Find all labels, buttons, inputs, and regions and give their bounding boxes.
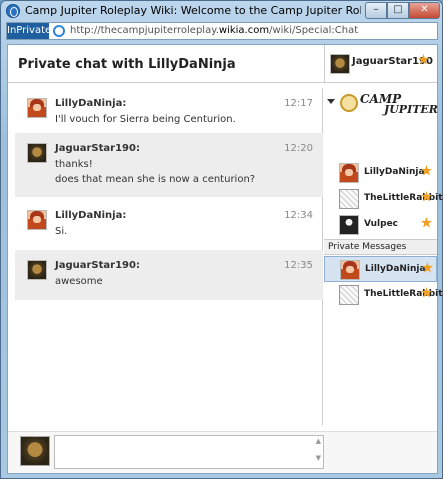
logo-text-jupiter: JUPITER	[384, 103, 438, 116]
user-avatar	[340, 260, 360, 280]
message-username[interactable]: LillyDaNinja:	[55, 210, 126, 221]
star-icon	[418, 54, 429, 65]
inprivate-badge[interactable]: InPrivate	[7, 23, 51, 39]
ie-window-icon	[6, 4, 20, 18]
message-timestamp: 12:34	[284, 210, 313, 221]
pm-user-item[interactable]: TheLittleRabbit	[324, 282, 443, 308]
minimize-button[interactable]: –	[365, 2, 387, 19]
current-user[interactable]: JaguarStar190	[324, 45, 437, 83]
message-timestamp: 12:35	[284, 260, 313, 271]
room-user-item[interactable]: Vulpec	[324, 212, 437, 238]
browser-window: Camp Jupiter Roleplay Wiki: Welcome to t…	[0, 0, 443, 479]
title-bar: Camp Jupiter Roleplay Wiki: Welcome to t…	[1, 1, 442, 21]
user-avatar[interactable]	[27, 98, 47, 118]
message-username[interactable]: JaguarStar190:	[55, 143, 140, 154]
message-text: thanks! does that mean she is now a cent…	[55, 159, 256, 185]
user-avatar	[339, 163, 359, 183]
my-avatar	[20, 436, 50, 466]
close-button[interactable]: ✕	[409, 2, 440, 19]
page-title: Private chat with LillyDaNinja	[18, 57, 236, 72]
scroll-up-icon[interactable]: ▲	[316, 437, 321, 445]
url-suffix: /wiki/Special:Chat	[269, 25, 359, 36]
user-avatar[interactable]	[27, 143, 47, 163]
pm-user-name: LillyDaNinja	[365, 264, 426, 274]
url-domain: wikia.com	[218, 25, 270, 36]
user-avatar[interactable]	[27, 210, 47, 230]
chat-message: LillyDaNinja: 12:17 I'll vouch for Sierr…	[15, 88, 323, 133]
message-text: I'll vouch for Sierra being Centurion.	[55, 114, 236, 125]
message-timestamp: 12:20	[284, 143, 313, 154]
chat-client: Private chat with LillyDaNinja JaguarSta…	[7, 44, 443, 474]
star-icon	[421, 287, 432, 298]
star-icon	[422, 262, 433, 273]
message-text: awesome	[55, 276, 103, 287]
message-input[interactable]: ▲ ▼	[54, 435, 324, 469]
chat-message: JaguarStar190: 12:35 awesome	[15, 250, 323, 300]
ie-page-icon	[53, 25, 65, 37]
url-prefix: http://thecampjupiterroleplay.	[70, 25, 219, 36]
message-compose-area: ▲ ▼	[8, 431, 437, 473]
room-user-name: Vulpec	[364, 219, 399, 229]
user-avatar	[339, 285, 359, 305]
user-avatar	[339, 215, 359, 235]
star-icon	[421, 191, 432, 202]
chat-message: LillyDaNinja: 12:34 Si.	[15, 200, 323, 248]
star-icon	[421, 217, 432, 228]
current-user-avatar	[330, 54, 350, 74]
user-sidebar: CAMP JUPITER LillyDaNinja TheLittleRabbi…	[324, 84, 443, 473]
room-user-item[interactable]: LillyDaNinja	[324, 160, 437, 186]
window-title: Camp Jupiter Roleplay Wiki: Welcome to t…	[25, 4, 361, 17]
room-user-name: LillyDaNinja	[364, 167, 425, 177]
address-url[interactable]: http://thecampjupiterroleplay.wikia.com/…	[70, 25, 358, 36]
pm-user-item[interactable]: LillyDaNinja	[324, 256, 437, 282]
message-text: Si.	[55, 226, 68, 237]
camp-jupiter-logo: CAMP JUPITER	[338, 90, 438, 116]
maximize-button[interactable]: □	[387, 2, 409, 19]
message-timestamp: 12:17	[284, 98, 313, 109]
collapse-triangle-icon[interactable]	[327, 99, 335, 104]
chat-header: Private chat with LillyDaNinja JaguarSta…	[8, 45, 437, 83]
user-avatar	[339, 189, 359, 209]
user-avatar[interactable]	[27, 260, 47, 280]
message-username[interactable]: LillyDaNinja:	[55, 98, 126, 109]
chat-message: JaguarStar190: 12:20 thanks! does that m…	[15, 133, 323, 197]
message-username[interactable]: JaguarStar190:	[55, 260, 140, 271]
eagle-emblem-icon	[340, 94, 358, 112]
address-bar[interactable]: InPrivate http://thecampjupiterroleplay.…	[6, 22, 438, 40]
scroll-down-icon[interactable]: ▼	[316, 454, 321, 462]
private-messages-header: Private Messages	[324, 239, 437, 255]
message-list: LillyDaNinja: 12:17 I'll vouch for Sierr…	[15, 88, 323, 425]
star-icon	[421, 165, 432, 176]
room-header[interactable]: CAMP JUPITER	[324, 88, 438, 116]
room-user-item[interactable]: TheLittleRabbit	[324, 186, 443, 212]
